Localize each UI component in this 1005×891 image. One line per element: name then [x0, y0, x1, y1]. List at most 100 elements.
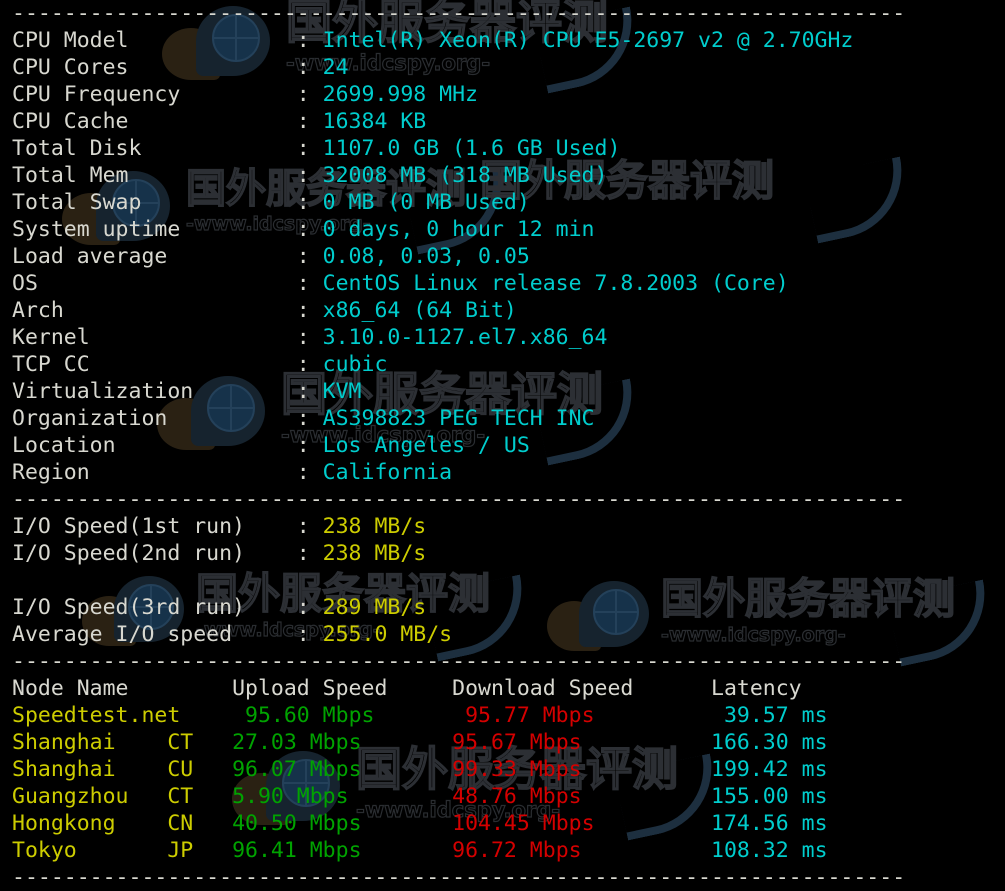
info-row-label: CPU Cores [12, 55, 297, 80]
speedtest-download-speed: 99.33 Mbps [452, 757, 712, 782]
info-row-separator: : [296, 217, 323, 242]
io-speed-separator: : [296, 622, 323, 647]
io-speed-label: I/O Speed(3rd run) [12, 595, 297, 620]
speedtest-upload-speed: 96.41 Mbps [232, 838, 453, 863]
speedtest-node-isp: CT [167, 784, 233, 809]
info-row-label: Total Mem [12, 163, 297, 188]
info-row-label: System uptime [12, 217, 297, 242]
info-row-label: OS [12, 271, 297, 296]
separator-top: ----------------------------------------… [12, 1, 906, 26]
info-row-label: Virtualization [12, 379, 297, 404]
info-row-value: Los Angeles / US [322, 433, 530, 458]
info-row: Kernel : 3.10.0-1127.el7.x86_64 [0, 324, 1005, 351]
io-speed-separator: : [296, 514, 323, 539]
speedtest-header-latency: Latency [711, 676, 867, 701]
speedtest-header-node: Node Name [12, 676, 233, 701]
speedtest-upload-speed: 5.90 Mbps [232, 784, 453, 809]
speedtest-header-upload: Upload Speed [232, 676, 453, 701]
info-row-label: TCP CC [12, 352, 297, 377]
speedtest-header-row: Node Name Upload Speed Download Speed La… [0, 675, 1005, 702]
speedtest-upload-speed: 96.07 Mbps [232, 757, 453, 782]
speedtest-latency: 155.00 ms [711, 784, 828, 809]
info-row-value: cubic [322, 352, 388, 377]
speedtest-node-name: Hongkong [12, 811, 168, 836]
speedtest-latency: 166.30 ms [711, 730, 828, 755]
info-row-value: 0 days, 0 hour 12 min [322, 217, 595, 242]
info-row: CPU Frequency : 2699.998 MHz [0, 81, 1005, 108]
speedtest-row: Shanghai CU 96.07 Mbps 99.33 Mbps 199.42… [0, 756, 1005, 783]
speedtest-row: Guangzhou CT 5.90 Mbps 48.76 Mbps 155.00… [0, 783, 1005, 810]
speedtest-download-speed: 96.72 Mbps [452, 838, 712, 863]
info-row-label: CPU Cache [12, 109, 297, 134]
info-row-value: 0.08, 0.03, 0.05 [322, 244, 530, 269]
speedtest-row: Shanghai CT 27.03 Mbps 95.67 Mbps 166.30… [0, 729, 1005, 756]
info-row-separator: : [296, 325, 323, 350]
info-row: Total Swap : 0 MB (0 MB Used) [0, 189, 1005, 216]
terminal-content: ----------------------------------------… [0, 0, 1005, 891]
info-row-value: 2699.998 MHz [322, 82, 479, 107]
speedtest-node-isp: JP [167, 838, 233, 863]
speedtest-node-isp: CU [167, 757, 233, 782]
speedtest-node-name: Guangzhou [12, 784, 168, 809]
speedtest-node-name: Shanghai [12, 757, 168, 782]
info-row-separator: : [296, 460, 323, 485]
io-speed-row: I/O Speed(2nd run) : 238 MB/s [0, 540, 1005, 567]
speedtest-block: Node Name Upload Speed Download Speed La… [0, 675, 1005, 864]
speedtest-latency: 108.32 ms [711, 838, 828, 863]
io-speed-separator: : [296, 595, 323, 620]
io-speed-row: I/O Speed(3rd run) : 289 MB/s [0, 594, 1005, 621]
info-row: Organization : AS398823 PEG TECH INC [0, 405, 1005, 432]
speedtest-latency: 39.57 ms [723, 703, 828, 728]
terminal-window: 国外服务器评测 -www.idcspy.org- 国外服务器评测 -www.id… [0, 0, 1005, 891]
info-row-label: Load average [12, 244, 297, 269]
io-speed-row: Average I/O speed : 255.0 MB/s [0, 621, 1005, 648]
info-row-separator: : [296, 379, 323, 404]
info-row-value: KVM [322, 379, 362, 404]
io-speed-label: I/O Speed(2nd run) [12, 541, 297, 566]
info-row: TCP CC : cubic [0, 351, 1005, 378]
info-row: Total Disk : 1107.0 GB (1.6 GB Used) [0, 135, 1005, 162]
speedtest-download-speed: 104.45 Mbps [452, 811, 712, 836]
info-row-separator: : [296, 298, 323, 323]
info-row-separator: : [296, 82, 323, 107]
speedtest-node-isp: CT [167, 730, 233, 755]
info-row-label: Location [12, 433, 297, 458]
io-speed-separator: : [296, 541, 323, 566]
info-row-separator: : [296, 433, 323, 458]
speedtest-row: Speedtest.net 95.60 Mbps 95.77 Mbps 39.5… [0, 702, 1005, 729]
info-row: CPU Model : Intel(R) Xeon(R) CPU E5-2697… [0, 27, 1005, 54]
speedtest-upload-speed: 27.03 Mbps [232, 730, 453, 755]
io-speed-value: 238 MB/s [322, 514, 427, 539]
speedtest-download-speed: 95.77 Mbps [465, 703, 724, 728]
speedtest-upload-speed: 95.60 Mbps [245, 703, 466, 728]
speedtest-node-name: Tokyo [12, 838, 168, 863]
system-info-block: CPU Model : Intel(R) Xeon(R) CPU E5-2697… [0, 27, 1005, 486]
info-row: Location : Los Angeles / US [0, 432, 1005, 459]
speedtest-latency: 174.56 ms [711, 811, 828, 836]
speedtest-download-speed: 48.76 Mbps [452, 784, 712, 809]
info-row-label: CPU Model [12, 28, 297, 53]
info-row-value: 24 [322, 55, 349, 80]
speedtest-download-speed: 95.67 Mbps [452, 730, 712, 755]
info-row-value: 32008 MB (318 MB Used) [322, 163, 608, 188]
info-row-separator: : [296, 28, 323, 53]
info-row-value: Intel(R) Xeon(R) CPU E5-2697 v2 @ 2.70GH… [322, 28, 854, 53]
info-row-value: 0 MB (0 MB Used) [322, 190, 530, 215]
info-row: Load average : 0.08, 0.03, 0.05 [0, 243, 1005, 270]
info-row-separator: : [296, 109, 323, 134]
io-speed-label: Average I/O speed [12, 622, 297, 647]
info-row-separator: : [296, 352, 323, 377]
info-row: OS : CentOS Linux release 7.8.2003 (Core… [0, 270, 1005, 297]
info-row-label: Total Disk [12, 136, 297, 161]
info-row-separator: : [296, 163, 323, 188]
info-row: Arch : x86_64 (64 Bit) [0, 297, 1005, 324]
io-speed-value: 238 MB/s [322, 541, 427, 566]
info-row-label: Organization [12, 406, 297, 431]
speedtest-upload-speed: 40.50 Mbps [232, 811, 453, 836]
info-row-value: 16384 KB [322, 109, 427, 134]
info-row-label: CPU Frequency [12, 82, 297, 107]
info-row: CPU Cache : 16384 KB [0, 108, 1005, 135]
info-row: Total Mem : 32008 MB (318 MB Used) [0, 162, 1005, 189]
io-speed-value: 255.0 MB/s [322, 622, 453, 647]
